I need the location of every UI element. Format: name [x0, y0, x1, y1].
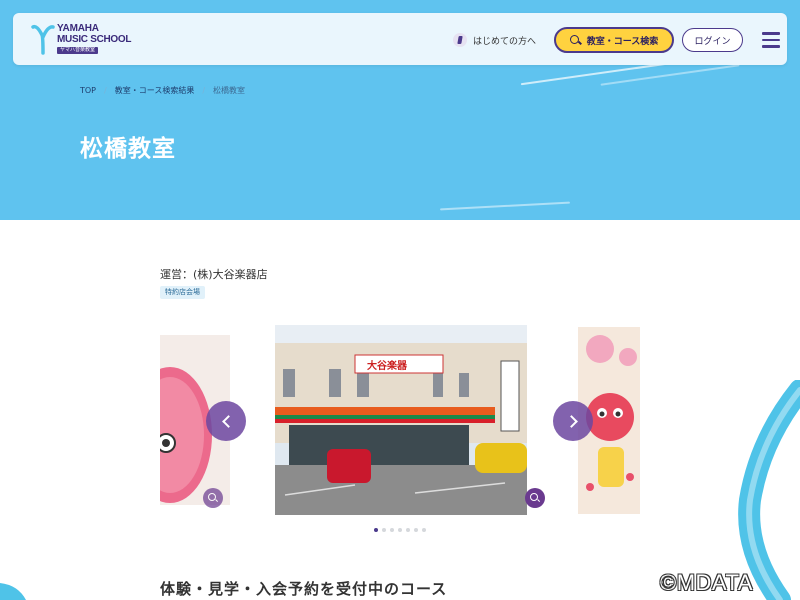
- logo-text-yamaha: YAMAHA: [57, 23, 99, 34]
- yamaha-logo-icon: [31, 24, 55, 55]
- zoom-button-previous[interactable]: [203, 488, 223, 508]
- carousel-dot[interactable]: [374, 528, 378, 532]
- search-button-label: 教室・コース検索: [586, 36, 659, 47]
- page-title: 松橋教室: [80, 136, 176, 162]
- carousel-prev-button[interactable]: [206, 401, 246, 441]
- chevron-left-icon: [221, 414, 235, 428]
- operator-text: 運営：(株)大谷楽器店: [160, 268, 268, 281]
- breadcrumb-current: 松橋教室: [213, 86, 246, 95]
- carousel-dot[interactable]: [406, 528, 410, 532]
- carousel-dot[interactable]: [390, 528, 394, 532]
- zoom-button-current[interactable]: [525, 488, 545, 508]
- carousel-dot[interactable]: [422, 528, 426, 532]
- carousel-dot[interactable]: [398, 528, 402, 532]
- first-time-label: はじめての方へ: [473, 36, 537, 47]
- hamburger-menu-icon[interactable]: [762, 32, 780, 48]
- store-sign-text: 大谷楽器: [367, 359, 408, 372]
- breadcrumb-top[interactable]: TOP: [80, 86, 96, 95]
- site-header: YAMAHA MUSIC SCHOOL ヤマハ音楽教室 はじめての方へ 教室・コ…: [13, 13, 787, 65]
- carousel-dot[interactable]: [414, 528, 418, 532]
- venue-type-tag: 特約店会場: [160, 286, 205, 299]
- breadcrumb-search-results[interactable]: 教室・コース検索結果: [115, 85, 195, 96]
- chevron-right-icon: [564, 414, 578, 428]
- logo-subtitle: ヤマハ音楽教室: [57, 47, 99, 54]
- logo-text-music-school: MUSIC SCHOOL: [57, 34, 132, 45]
- carousel-pagination: [374, 528, 426, 532]
- yamaha-logo[interactable]: YAMAHA MUSIC SCHOOL ヤマハ音楽教室: [31, 21, 141, 59]
- carousel-slide-current[interactable]: 大谷楽器: [275, 325, 527, 515]
- hero-banner: YAMAHA MUSIC SCHOOL ヤマハ音楽教室 はじめての方へ 教室・コ…: [0, 0, 800, 220]
- section-heading: 体験・見学・入会予約を受付中のコース: [160, 580, 448, 598]
- store-photo-image: 大谷楽器: [275, 325, 527, 515]
- breadcrumb-separator: /: [202, 86, 206, 95]
- decorative-swirl: [738, 380, 800, 600]
- login-label: ログイン: [694, 36, 731, 47]
- first-visit-icon: [453, 33, 467, 47]
- login-button[interactable]: ログイン: [682, 28, 743, 52]
- first-time-link[interactable]: はじめての方へ: [453, 31, 536, 49]
- photo-carousel: 大谷楽器: [160, 325, 640, 520]
- search-icon: [569, 34, 581, 46]
- hero-streak: [440, 201, 570, 211]
- classroom-search-button[interactable]: 教室・コース検索: [554, 27, 674, 53]
- breadcrumb: TOP / 教室・コース検索結果 / 松橋教室: [80, 85, 245, 96]
- carousel-next-button[interactable]: [553, 401, 593, 441]
- zoom-in-icon: [530, 493, 540, 503]
- watermark: ©MDATA: [660, 570, 753, 595]
- hero-streak: [600, 64, 740, 86]
- zoom-in-icon: [208, 493, 218, 503]
- decorative-corner: [0, 583, 26, 600]
- carousel-dot[interactable]: [382, 528, 386, 532]
- breadcrumb-separator: /: [104, 86, 107, 95]
